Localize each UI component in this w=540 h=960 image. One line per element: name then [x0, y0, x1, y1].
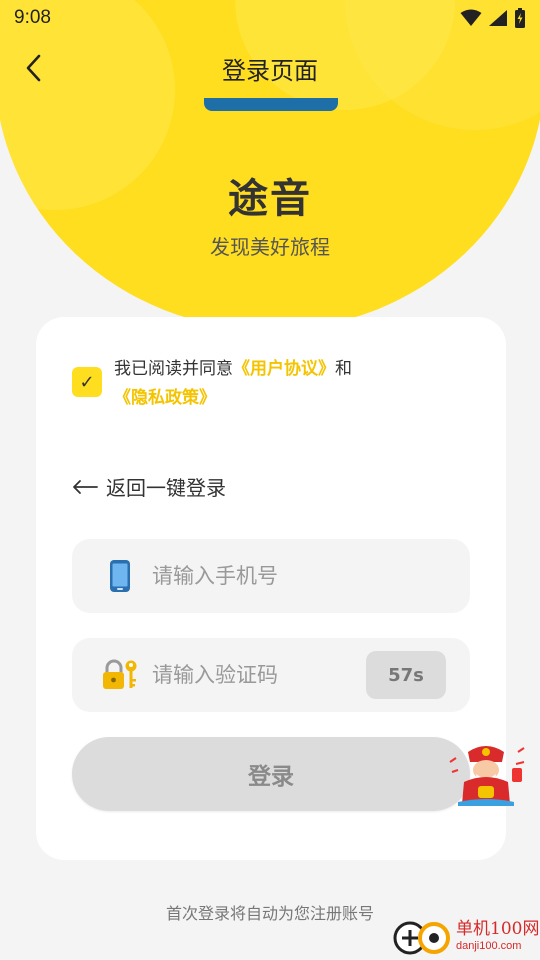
app-slogan: 发现美好旅程 — [210, 235, 330, 259]
app-logo — [204, 98, 338, 111]
battery-icon — [515, 8, 525, 28]
watermark-en: danji100.com — [456, 940, 522, 952]
page-title: 登录页面 — [222, 56, 318, 85]
back-button[interactable] — [16, 50, 52, 86]
phone-icon — [100, 559, 140, 593]
status-bar: 9:08 — [0, 0, 540, 36]
phone-field[interactable] — [72, 539, 470, 613]
fortune-god-mascot-icon[interactable] — [448, 742, 526, 806]
watermark-text: 单机100网 danji100.com — [456, 919, 539, 953]
agreement-text: 我已阅读并同意《用户协议》和《隐私政策》 — [114, 355, 452, 413]
app-name: 途音 — [228, 176, 312, 222]
back-link-label: 返回一键登录 — [106, 476, 226, 500]
page-header: 登录页面 — [0, 38, 540, 98]
agreement-checkbox[interactable]: ✓ — [72, 367, 102, 397]
lock-key-icon — [100, 659, 140, 691]
signal-icon — [489, 10, 507, 26]
watermark-logo-icon — [393, 921, 450, 955]
user-agreement-link[interactable]: 《用户协议》 — [233, 359, 335, 379]
code-field[interactable]: 57s — [72, 638, 470, 712]
agreement-row: ✓ 我已阅读并同意《用户协议》和《隐私政策》 — [72, 355, 452, 413]
arrow-left-icon — [73, 479, 98, 494]
agreement-prefix: 我已阅读并同意 — [114, 359, 233, 379]
status-time: 9:08 — [14, 7, 51, 28]
login-button[interactable]: 登录 — [72, 737, 470, 811]
phone-input[interactable] — [152, 564, 352, 588]
agreement-conjunction: 和 — [335, 359, 352, 379]
privacy-policy-link[interactable]: 《隐私政策》 — [114, 388, 216, 408]
back-to-one-click-login[interactable]: 返回一键登录 — [72, 472, 226, 501]
chevron-left-icon — [26, 54, 41, 82]
watermark: 单机100网 danji100.com — [392, 912, 540, 960]
resend-code-countdown[interactable]: 57s — [366, 651, 446, 699]
login-card: ✓ 我已阅读并同意《用户协议》和《隐私政策》 返回一键登录 请输入手机号 请输入… — [36, 317, 506, 860]
wifi-icon — [460, 9, 482, 26]
status-icons — [460, 8, 526, 28]
watermark-cn: 单机100网 — [456, 919, 540, 939]
code-input[interactable] — [152, 663, 352, 687]
